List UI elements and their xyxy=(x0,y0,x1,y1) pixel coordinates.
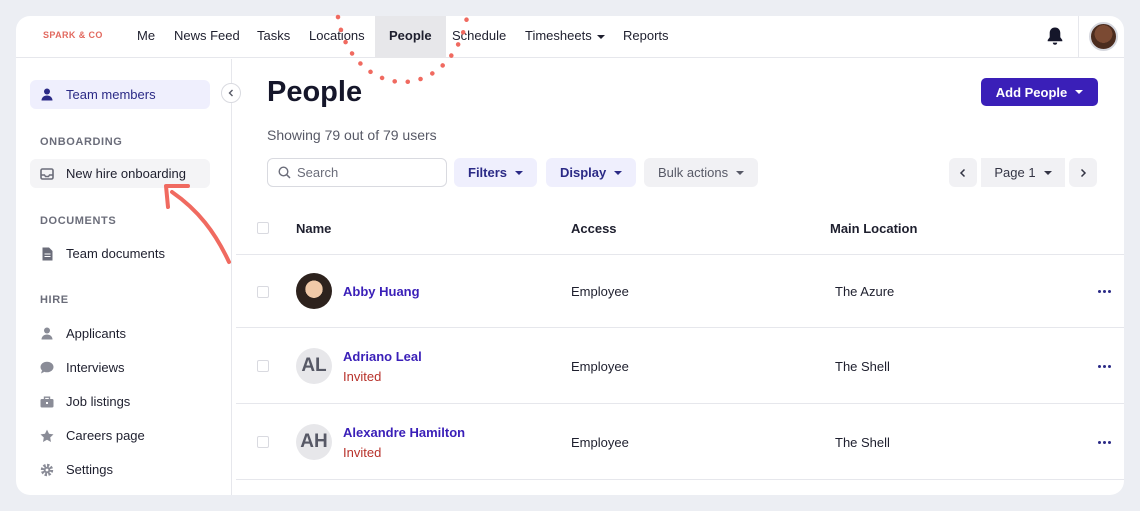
display-label: Display xyxy=(560,165,607,180)
section-heading-documents: DOCUMENTS xyxy=(40,215,117,227)
chat-bubble-icon xyxy=(40,361,54,375)
section-heading-onboarding: ONBOARDING xyxy=(40,136,123,148)
user-count: Showing 79 out of 79 users xyxy=(267,127,437,143)
chevron-down-icon xyxy=(596,34,605,39)
chevron-left-icon xyxy=(228,89,233,97)
column-header-main-location: Main Location xyxy=(830,221,918,236)
sidebar-item-new-hire-onboarding[interactable]: New hire onboarding xyxy=(30,159,210,188)
sidebar-item-interviews[interactable]: Interviews xyxy=(30,353,210,382)
person-name-link[interactable]: Adriano Leal xyxy=(343,349,422,364)
select-all-checkbox[interactable] xyxy=(257,222,269,234)
sidebar-item-label: Team members xyxy=(66,87,156,102)
sidebar-item-label: Settings xyxy=(66,462,113,477)
nav-item-reports[interactable]: Reports xyxy=(623,16,669,58)
chevron-down-icon xyxy=(1075,90,1084,94)
row-checkbox[interactable] xyxy=(257,360,269,372)
access-cell: Employee xyxy=(571,284,629,299)
search-icon xyxy=(278,166,291,179)
display-button[interactable]: Display xyxy=(546,158,637,187)
document-icon xyxy=(40,247,54,261)
chevron-down-icon xyxy=(614,170,623,175)
add-people-label: Add People xyxy=(995,84,1068,100)
table-row[interactable]: AH Alexandre Hamilton Invited Employee T… xyxy=(236,404,1124,480)
chevron-down-icon xyxy=(515,170,524,175)
person-icon xyxy=(40,88,54,102)
sidebar-item-team-members[interactable]: Team members xyxy=(30,80,210,109)
next-page-button[interactable] xyxy=(1069,158,1097,187)
chevron-down-icon xyxy=(1043,170,1052,175)
app-window: SPARK & CO Me News Feed Tasks Locations … xyxy=(16,16,1124,495)
row-checkbox[interactable] xyxy=(257,436,269,448)
sidebar-item-label: Careers page xyxy=(66,428,145,443)
sidebar-item-label: New hire onboarding xyxy=(66,166,186,181)
nav-item-people[interactable]: People xyxy=(375,16,446,58)
more-options-icon[interactable] xyxy=(1094,435,1114,449)
sidebar-item-label: Applicants xyxy=(66,326,126,341)
person-icon xyxy=(40,327,54,341)
search-field[interactable] xyxy=(267,158,447,187)
nav-item-locations[interactable]: Locations xyxy=(309,16,365,58)
filters-label: Filters xyxy=(468,165,508,180)
top-nav: SPARK & CO Me News Feed Tasks Locations … xyxy=(16,16,1124,58)
chevron-down-icon xyxy=(736,170,745,175)
sidebar-item-team-documents[interactable]: Team documents xyxy=(30,239,210,268)
page-label: Page 1 xyxy=(994,165,1036,180)
nav-item-news-feed[interactable]: News Feed xyxy=(174,16,240,58)
brand-logo: SPARK & CO xyxy=(43,30,103,40)
sidebar-item-applicants[interactable]: Applicants xyxy=(30,319,210,348)
nav-divider xyxy=(1078,16,1079,58)
sidebar-item-label: Job listings xyxy=(66,394,131,409)
location-cell: The Shell xyxy=(835,359,890,374)
column-header-access: Access xyxy=(571,221,617,236)
sidebar-item-label: Team documents xyxy=(66,246,165,261)
avatar: AH xyxy=(296,424,332,460)
nav-item-me[interactable]: Me xyxy=(137,16,155,58)
nav-timesheets-label: Timesheets xyxy=(525,28,592,43)
briefcase-icon xyxy=(40,395,54,409)
more-options-icon[interactable] xyxy=(1094,359,1114,373)
nav-item-tasks[interactable]: Tasks xyxy=(257,16,290,58)
row-checkbox[interactable] xyxy=(257,286,269,298)
previous-page-button[interactable] xyxy=(949,158,977,187)
person-name-link[interactable]: Alexandre Hamilton xyxy=(343,425,465,440)
table-row[interactable]: AL Adriano Leal Invited Employee The She… xyxy=(236,328,1124,404)
user-avatar[interactable] xyxy=(1089,22,1118,51)
bulk-actions-button[interactable]: Bulk actions xyxy=(644,158,759,187)
status-badge: Invited xyxy=(343,369,382,384)
more-options-icon[interactable] xyxy=(1094,284,1114,298)
access-cell: Employee xyxy=(571,359,629,374)
bulk-actions-label: Bulk actions xyxy=(658,165,729,180)
section-heading-hire: HIRE xyxy=(40,294,69,306)
page-title: People xyxy=(267,76,363,108)
inbox-icon xyxy=(40,167,54,181)
table-row[interactable]: Abby Huang Employee The Azure xyxy=(236,255,1124,328)
bell-icon[interactable] xyxy=(1046,26,1064,46)
sidebar-item-label: Interviews xyxy=(66,360,125,375)
star-icon xyxy=(40,429,54,443)
nav-item-timesheets[interactable]: Timesheets xyxy=(525,16,605,58)
sidebar-item-careers-page[interactable]: Careers page xyxy=(30,421,210,450)
status-badge: Invited xyxy=(343,445,382,460)
location-cell: The Azure xyxy=(835,284,895,299)
page-select[interactable]: Page 1 xyxy=(981,158,1065,187)
search-input[interactable] xyxy=(297,165,437,180)
chevron-left-icon xyxy=(959,168,966,177)
person-name-link[interactable]: Abby Huang xyxy=(343,284,420,299)
sidebar-item-settings[interactable]: Settings xyxy=(30,455,210,484)
access-cell: Employee xyxy=(571,435,629,450)
add-people-button[interactable]: Add People xyxy=(981,78,1098,106)
filters-button[interactable]: Filters xyxy=(454,158,538,187)
gear-icon xyxy=(40,463,54,477)
chevron-right-icon xyxy=(1080,168,1087,177)
location-cell: The Shell xyxy=(835,435,890,450)
sidebar-item-job-listings[interactable]: Job listings xyxy=(30,387,210,416)
table-header: Name Access Main Location xyxy=(236,201,1124,255)
sidebar: Team members ONBOARDING New hire onboard… xyxy=(16,59,232,495)
column-header-name: Name xyxy=(296,221,332,236)
nav-item-schedule[interactable]: Schedule xyxy=(452,16,506,58)
avatar: AL xyxy=(296,348,332,384)
collapse-sidebar-button[interactable] xyxy=(221,83,241,103)
avatar xyxy=(296,273,332,309)
